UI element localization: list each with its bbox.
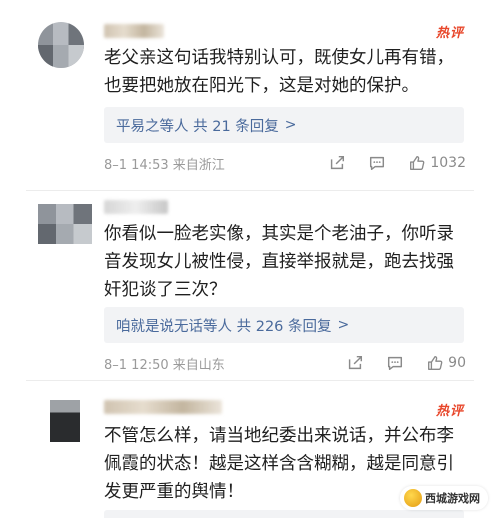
chevron-right-icon: > bbox=[337, 317, 350, 333]
view-replies-button[interactable]: 咱就是说无话等人 共 226 条回复 > bbox=[104, 307, 464, 343]
comment-icon bbox=[370, 156, 385, 171]
watermark-text: 西城游戏网 bbox=[425, 492, 480, 505]
comment-text-line: 不管怎么样，请当地纪委出来说话，并公布李 bbox=[104, 426, 454, 446]
username[interactable] bbox=[104, 24, 164, 38]
comment-button[interactable] bbox=[386, 354, 404, 372]
thumbs-up-icon bbox=[410, 156, 425, 170]
hot-comment-badge: 热评 bbox=[435, 26, 464, 41]
chevron-right-icon: > bbox=[284, 117, 297, 133]
comment-text-line: 你看似一脸老实像，其实是个老油子，你听录 bbox=[104, 224, 454, 244]
avatar[interactable] bbox=[38, 204, 92, 244]
comment-meta: 8–1 14:53 来自浙江 1032 bbox=[104, 152, 466, 174]
share-button[interactable] bbox=[328, 154, 346, 172]
comment-icon bbox=[388, 356, 403, 371]
reply-summary: 咱就是说无话等人 共 226 条回复 bbox=[116, 318, 332, 335]
like-button[interactable]: 1032 bbox=[408, 154, 466, 172]
timestamp-location: 8–1 14:53 来自浙江 bbox=[104, 157, 225, 173]
comment-text-line: 也要把她放在阳光下，这是对她的保护。 bbox=[104, 76, 419, 96]
avatar[interactable] bbox=[50, 400, 80, 442]
view-replies-button[interactable] bbox=[104, 510, 464, 518]
share-button[interactable] bbox=[346, 354, 364, 372]
comment-text: 你看似一脸老实像，其实是个老油子，你听录 音发现女儿被性侵，直接举报就是，跑去找… bbox=[104, 220, 472, 304]
like-count: 90 bbox=[448, 355, 466, 371]
view-replies-button[interactable]: 平易之等人 共 21 条回复 > bbox=[104, 107, 464, 143]
comment-card: 你看似一脸老实像，其实是个老油子，你听录 音发现女儿被性侵，直接举报就是，跑去找… bbox=[0, 192, 500, 382]
avatar[interactable] bbox=[38, 22, 84, 68]
comment-text-line: 佩霞的状态！越是这样含含糊糊，越是同意引 bbox=[104, 454, 454, 474]
comment-text-line: 奸犯谈了三次？ bbox=[104, 280, 227, 300]
thumbs-up-icon bbox=[428, 356, 443, 370]
comment-button[interactable] bbox=[368, 154, 386, 172]
comment-card: 热评 老父亲这句话我特别认可，既使女儿再有错， 也要把她放在阳光下，这是对她的保… bbox=[0, 0, 500, 192]
hot-comment-badge: 热评 bbox=[435, 404, 464, 419]
divider bbox=[26, 380, 474, 381]
comment-text: 老父亲这句话我特别认可，既使女儿再有错， 也要把她放在阳光下，这是对她的保护。 bbox=[104, 44, 472, 100]
username[interactable] bbox=[104, 200, 168, 214]
like-count: 1032 bbox=[430, 155, 466, 171]
like-button[interactable]: 90 bbox=[426, 354, 466, 372]
username[interactable] bbox=[104, 400, 222, 414]
reply-summary: 平易之等人 共 21 条回复 bbox=[116, 118, 279, 135]
comment-text-line: 老父亲这句话我特别认可，既使女儿再有错， bbox=[104, 48, 454, 68]
comment-meta: 8–1 12:50 来自山东 90 bbox=[104, 352, 466, 374]
watermark-logo-icon bbox=[404, 489, 422, 507]
share-icon bbox=[349, 355, 363, 370]
site-watermark: 西城游戏网 bbox=[400, 486, 488, 510]
divider bbox=[26, 190, 474, 191]
comment-text-line: 音发现女儿被性侵，直接举报就是，跑去找强 bbox=[104, 252, 454, 272]
share-icon bbox=[331, 155, 345, 170]
timestamp-location: 8–1 12:50 来自山东 bbox=[104, 357, 225, 373]
